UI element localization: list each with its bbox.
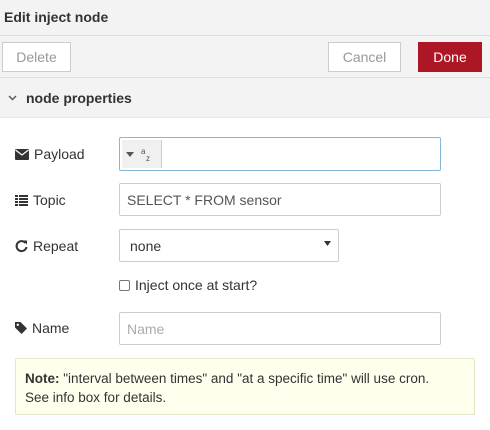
inject-once-row: Inject once at start? bbox=[119, 276, 257, 294]
refresh-icon bbox=[15, 239, 28, 252]
dialog-toolbar: Delete Cancel Done bbox=[0, 36, 490, 78]
chevron-down-icon bbox=[8, 93, 18, 103]
list-icon bbox=[15, 194, 28, 206]
note-text-2: See info box for details. bbox=[25, 390, 167, 405]
payload-value-input[interactable] bbox=[164, 140, 436, 168]
payload-label-text: Payload bbox=[34, 146, 85, 162]
dialog-titlebar: Edit inject node bbox=[0, 0, 490, 36]
string-az-icon: a z bbox=[141, 147, 150, 162]
payload-typed-input: a z bbox=[119, 137, 441, 171]
inject-once-label[interactable]: Inject once at start? bbox=[135, 277, 257, 293]
caret-down-icon bbox=[126, 151, 134, 157]
delete-button[interactable]: Delete bbox=[2, 42, 71, 72]
topic-label: Topic bbox=[15, 190, 66, 210]
topic-input[interactable] bbox=[119, 183, 441, 216]
tag-icon bbox=[15, 322, 27, 334]
svg-text:z: z bbox=[146, 154, 150, 162]
section-title: node properties bbox=[26, 89, 132, 106]
payload-label: Payload bbox=[15, 144, 85, 164]
note-text: "interval between times" and "at a speci… bbox=[63, 371, 430, 386]
repeat-label-text: Repeat bbox=[33, 238, 79, 254]
note-prefix: Note: bbox=[25, 371, 60, 386]
payload-type-selector[interactable]: a z bbox=[122, 140, 162, 168]
repeat-selected-value: none bbox=[130, 238, 162, 254]
cancel-button[interactable]: Cancel bbox=[328, 42, 401, 72]
repeat-label: Repeat bbox=[15, 236, 78, 256]
topic-label-text: Topic bbox=[33, 192, 66, 208]
done-button[interactable]: Done bbox=[418, 42, 482, 72]
caret-down-icon bbox=[324, 241, 331, 246]
name-input[interactable] bbox=[119, 312, 441, 345]
name-label: Name bbox=[15, 318, 69, 338]
envelope-icon bbox=[15, 148, 29, 160]
cron-note: Note: "interval between times" and "at a… bbox=[15, 358, 475, 415]
dialog-title: Edit inject node bbox=[4, 9, 109, 25]
name-label-text: Name bbox=[32, 320, 70, 336]
node-properties-header[interactable]: node properties bbox=[0, 78, 490, 118]
repeat-select[interactable]: none bbox=[119, 229, 339, 262]
inject-once-checkbox[interactable] bbox=[119, 279, 130, 291]
